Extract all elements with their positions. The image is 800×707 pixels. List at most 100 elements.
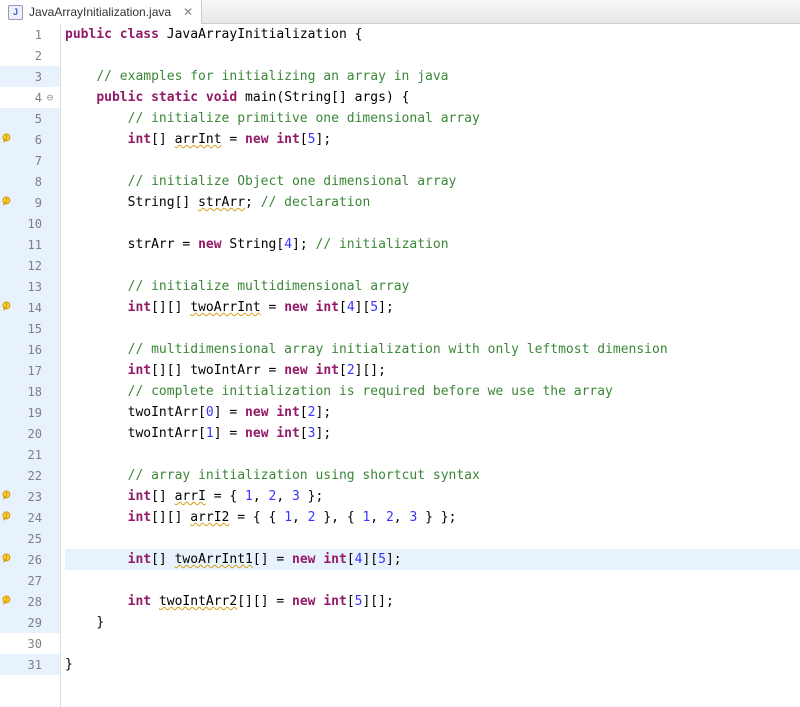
code-line[interactable]: // multidimensional array initialization… — [65, 339, 800, 360]
gutter-row: 17 — [0, 360, 60, 381]
gutter-row: 10 — [0, 213, 60, 234]
gutter-marker — [2, 217, 16, 231]
line-number: 24 — [18, 511, 42, 525]
line-number: 12 — [18, 259, 42, 273]
warning-icon[interactable]: ! — [2, 301, 16, 315]
gutter-row: 27 — [0, 570, 60, 591]
code-line[interactable] — [65, 318, 800, 339]
code-line[interactable]: int[] arrInt = new int[5]; — [65, 129, 800, 150]
close-icon[interactable]: ✕ — [183, 5, 193, 19]
fold-toggle[interactable]: ⊖ — [44, 91, 56, 104]
gutter-marker — [2, 28, 16, 42]
code-line[interactable]: int twoIntArr2[][] = new int[5][]; — [65, 591, 800, 612]
code-line[interactable] — [65, 45, 800, 66]
gutter: 1234⊖5!678!910111213!141516171819202122!… — [0, 24, 61, 707]
gutter-marker — [2, 70, 16, 84]
code-line[interactable]: int[] twoArrInt1[] = new int[4][5]; — [65, 549, 800, 570]
svg-text:!: ! — [5, 135, 8, 141]
code-line[interactable]: } — [65, 612, 800, 633]
gutter-row: 13 — [0, 276, 60, 297]
warning-icon[interactable]: ! — [2, 490, 16, 504]
gutter-row: 20 — [0, 423, 60, 444]
line-number: 31 — [18, 658, 42, 672]
line-number: 30 — [18, 637, 42, 651]
gutter-row: 7 — [0, 150, 60, 171]
line-number: 11 — [18, 238, 42, 252]
line-number: 15 — [18, 322, 42, 336]
gutter-row: 11 — [0, 234, 60, 255]
code-line[interactable] — [65, 444, 800, 465]
gutter-marker — [2, 385, 16, 399]
code-line[interactable] — [65, 150, 800, 171]
gutter-row: 18 — [0, 381, 60, 402]
gutter-row: 15 — [0, 318, 60, 339]
code-line[interactable]: // initialize multidimensional array — [65, 276, 800, 297]
line-number: 3 — [18, 70, 42, 84]
gutter-row: !28 — [0, 591, 60, 612]
code-line[interactable] — [65, 255, 800, 276]
gutter-row: 31 — [0, 654, 60, 675]
code-line[interactable] — [65, 570, 800, 591]
line-number: 22 — [18, 469, 42, 483]
svg-text:!: ! — [5, 198, 8, 204]
gutter-row: 22 — [0, 465, 60, 486]
gutter-row: 30 — [0, 633, 60, 654]
gutter-marker — [2, 280, 16, 294]
gutter-row: !14 — [0, 297, 60, 318]
code-line[interactable] — [65, 213, 800, 234]
svg-text:!: ! — [5, 597, 8, 603]
code-line[interactable]: // initialize Object one dimensional arr… — [65, 171, 800, 192]
code-line[interactable]: } — [65, 654, 800, 675]
gutter-marker — [2, 238, 16, 252]
code-editor[interactable]: 1234⊖5!678!910111213!141516171819202122!… — [0, 24, 800, 707]
gutter-marker — [2, 406, 16, 420]
code-line[interactable] — [65, 633, 800, 654]
tab-bar: J JavaArrayInitialization.java ✕ — [0, 0, 800, 24]
svg-text:!: ! — [5, 492, 8, 498]
line-number: 8 — [18, 175, 42, 189]
code-line[interactable]: int[][] twoIntArr = new int[2][]; — [65, 360, 800, 381]
line-number: 13 — [18, 280, 42, 294]
code-line[interactable]: // array initialization using shortcut s… — [65, 465, 800, 486]
code-line[interactable]: twoIntArr[1] = new int[3]; — [65, 423, 800, 444]
gutter-marker — [2, 427, 16, 441]
code-line[interactable]: // complete initialization is required b… — [65, 381, 800, 402]
warning-icon[interactable]: ! — [2, 196, 16, 210]
warning-icon[interactable]: ! — [2, 553, 16, 567]
line-number: 27 — [18, 574, 42, 588]
gutter-row: 4⊖ — [0, 87, 60, 108]
gutter-row: !24 — [0, 507, 60, 528]
line-number: 29 — [18, 616, 42, 630]
line-number: 25 — [18, 532, 42, 546]
code-line[interactable]: strArr = new String[4]; // initializatio… — [65, 234, 800, 255]
line-number: 4 — [18, 91, 42, 105]
code-line[interactable]: int[][] twoArrInt = new int[4][5]; — [65, 297, 800, 318]
line-number: 2 — [18, 49, 42, 63]
gutter-row: 1 — [0, 24, 60, 45]
line-number: 16 — [18, 343, 42, 357]
code-line[interactable]: // examples for initializing an array in… — [65, 66, 800, 87]
editor-tab[interactable]: J JavaArrayInitialization.java ✕ — [0, 0, 202, 24]
code-line[interactable] — [65, 528, 800, 549]
line-number: 23 — [18, 490, 42, 504]
code-line[interactable]: int[][] arrI2 = { { 1, 2 }, { 1, 2, 3 } … — [65, 507, 800, 528]
code-line[interactable]: twoIntArr[0] = new int[2]; — [65, 402, 800, 423]
gutter-marker — [2, 259, 16, 273]
warning-icon[interactable]: ! — [2, 511, 16, 525]
svg-text:!: ! — [5, 303, 8, 309]
gutter-marker — [2, 574, 16, 588]
line-number: 26 — [18, 553, 42, 567]
line-number: 1 — [18, 28, 42, 42]
gutter-marker — [2, 175, 16, 189]
warning-icon[interactable]: ! — [2, 595, 16, 609]
gutter-row: !6 — [0, 129, 60, 150]
warning-icon[interactable]: ! — [2, 133, 16, 147]
code-line[interactable]: // initialize primitive one dimensional … — [65, 108, 800, 129]
code-area[interactable]: public class JavaArrayInitialization { /… — [61, 24, 800, 707]
gutter-row: !9 — [0, 192, 60, 213]
code-line[interactable]: public class JavaArrayInitialization { — [65, 24, 800, 45]
code-line[interactable]: int[] arrI = { 1, 2, 3 }; — [65, 486, 800, 507]
code-line[interactable]: String[] strArr; // declaration — [65, 192, 800, 213]
code-line[interactable]: public static void main(String[] args) { — [65, 87, 800, 108]
java-file-icon: J — [8, 5, 23, 20]
